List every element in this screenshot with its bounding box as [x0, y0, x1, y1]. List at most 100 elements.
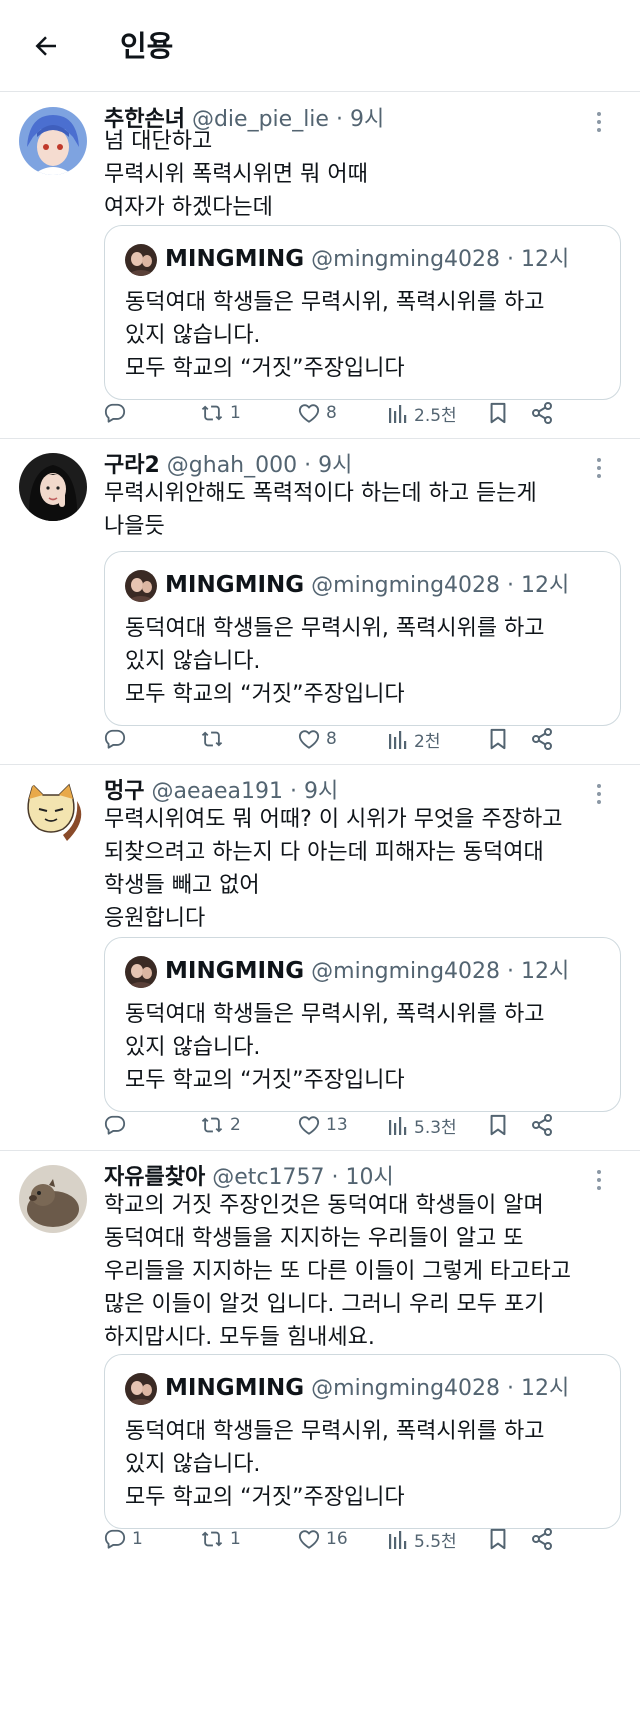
quoted-tweet[interactable]: MINGMING @mingming4028 · 12시 동덕여대 학생들은 무… [104, 1354, 621, 1529]
quoted-text-line: 모두 학교의 “거짓”주장입니다 [125, 682, 405, 707]
heart-icon [298, 404, 320, 423]
like-button[interactable]: 8 [298, 719, 337, 759]
quoted-author-handle: @mingming4028 [311, 247, 501, 272]
views-icon [389, 731, 407, 749]
views-button[interactable]: 2.5천 [388, 393, 457, 433]
author-name[interactable]: 자유를찾아 [104, 1165, 205, 1190]
heart-icon [298, 730, 320, 749]
quoted-time: 12시 [521, 1376, 570, 1401]
quoted-text-line: 모두 학교의 “거짓”주장입니다 [125, 1485, 405, 1510]
tweet-text-line: 무력시위안해도 폭력적이다 하는데 하고 듣는게 [104, 481, 537, 506]
quoted-author-name: MINGMING [165, 958, 305, 984]
tweet-text-line: 되찾으려고 하는지 다 아는데 피해자는 동덕여대 [104, 840, 544, 865]
more-icon[interactable] [584, 107, 614, 137]
views-button[interactable]: 5.3천 [388, 1105, 457, 1145]
views-icon [389, 405, 407, 423]
meta-separator: · [507, 247, 515, 272]
reply-button[interactable] [104, 393, 132, 433]
like-button[interactable]: 16 [298, 1519, 348, 1559]
quoted-author-handle: @mingming4028 [311, 1376, 501, 1401]
quoted-author-handle: @mingming4028 [311, 573, 501, 598]
tweet-text: 무력시위여도 뭐 어때? 이 시위가 무엇을 주장하고 되찾으려고 하는지 다 … [104, 803, 562, 935]
retweet-button[interactable] [200, 719, 230, 759]
tweet[interactable]: 구라2 @ghah_000 · 9시 무력시위안해도 폭력적이다 하는데 하고 … [0, 439, 640, 765]
quoted-text-line: 있지 않습니다. [125, 649, 261, 674]
tweet-text: 학교의 거짓 주장인것은 동덕여대 학생들이 알며 동덕여대 학생들을 지지하는… [104, 1189, 571, 1354]
retweet-count: 2 [230, 1115, 241, 1135]
quoted-meta: MINGMING @mingming4028 · 12시 [165, 242, 569, 277]
quoted-author-handle: @mingming4028 [311, 959, 501, 984]
tweet-time[interactable]: 9시 [304, 779, 338, 804]
tweet-text: 무력시위안해도 폭력적이다 하는데 하고 듣는게 나을듯 [104, 477, 537, 543]
meta-separator: · [507, 1376, 515, 1401]
quoted-meta: MINGMING @mingming4028 · 12시 [165, 954, 569, 989]
avatar[interactable] [19, 1165, 87, 1233]
reply-button[interactable] [104, 1105, 132, 1145]
views-count: 2천 [414, 731, 441, 752]
more-icon[interactable] [584, 453, 614, 483]
bookmark-button[interactable] [488, 1105, 508, 1145]
share-button[interactable] [530, 719, 554, 759]
like-button[interactable]: 13 [298, 1105, 348, 1145]
retweet-button[interactable]: 2 [200, 1105, 241, 1145]
quoted-text-line: 동덕여대 학생들은 무력시위, 폭력시위를 하고 [125, 290, 545, 315]
action-bar: 1 8 2.5천 [104, 393, 620, 433]
author-handle[interactable]: @etc1757 [212, 1165, 324, 1190]
quoted-text-line: 동덕여대 학생들은 무력시위, 폭력시위를 하고 [125, 1002, 545, 1027]
tweet-time[interactable]: 9시 [318, 453, 352, 478]
reply-button[interactable] [104, 719, 132, 759]
action-bar: 2 13 5.3천 [104, 1105, 620, 1145]
quoted-tweet[interactable]: MINGMING @mingming4028 · 12시 동덕여대 학생들은 무… [104, 225, 621, 400]
tweet[interactable]: 멍구 @aeaea191 · 9시 무력시위여도 뭐 어때? 이 시위가 무엇을… [0, 765, 640, 1151]
bookmark-button[interactable] [488, 393, 508, 433]
views-icon [389, 1531, 407, 1549]
meta-separator: · [290, 779, 297, 804]
avatar[interactable] [19, 779, 87, 847]
bookmark-icon [490, 1528, 506, 1550]
author-handle[interactable]: @ghah_000 [167, 453, 297, 478]
more-icon[interactable] [584, 779, 614, 809]
share-icon [532, 402, 552, 424]
quoted-time: 12시 [521, 573, 570, 598]
views-count: 5.5천 [414, 1531, 457, 1552]
like-count: 16 [326, 1529, 348, 1549]
meta-separator: · [304, 453, 312, 478]
reply-icon [104, 403, 126, 423]
quoted-text-line: 동덕여대 학생들은 무력시위, 폭력시위를 하고 [125, 1419, 545, 1444]
share-button[interactable] [530, 1519, 554, 1559]
tweet[interactable]: 추한손녀 @die_pie_lie · 9시 넘 대단하고 무력시위 폭력시위면… [0, 93, 640, 439]
share-button[interactable] [530, 393, 554, 433]
quoted-tweet[interactable]: MINGMING @mingming4028 · 12시 동덕여대 학생들은 무… [104, 551, 621, 726]
tweet-text-line: 여자가 하겠다는데 [104, 195, 273, 220]
tweet-text-line: 많은 이들이 알것 입니다. 그러니 우리 모두 포기 [104, 1292, 545, 1317]
like-count: 8 [326, 729, 337, 749]
quoted-meta: MINGMING @mingming4028 · 12시 [165, 1371, 569, 1406]
like-count: 8 [326, 403, 337, 423]
author-handle[interactable]: @aeaea191 [151, 779, 283, 804]
author-name[interactable]: 구라2 [104, 453, 160, 478]
meta-separator: · [331, 1165, 339, 1190]
retweet-button[interactable]: 1 [200, 393, 241, 433]
quoted-avatar [125, 570, 157, 602]
author-name[interactable]: 멍구 [104, 779, 144, 804]
avatar[interactable] [19, 453, 87, 521]
reply-button[interactable]: 1 [104, 1519, 143, 1559]
more-icon[interactable] [584, 1165, 614, 1195]
like-button[interactable]: 8 [298, 393, 337, 433]
avatar[interactable] [19, 107, 87, 175]
reply-icon [104, 1115, 126, 1135]
bookmark-button[interactable] [488, 719, 508, 759]
quoted-tweet[interactable]: MINGMING @mingming4028 · 12시 동덕여대 학생들은 무… [104, 937, 621, 1112]
views-count: 5.3천 [414, 1117, 457, 1138]
back-button[interactable] [26, 26, 66, 66]
retweet-button[interactable]: 1 [200, 1519, 241, 1559]
views-button[interactable]: 2천 [388, 719, 440, 759]
tweet-time[interactable]: 10시 [345, 1165, 393, 1190]
tweet[interactable]: 자유를찾아 @etc1757 · 10시 학교의 거짓 주장인것은 동덕여대 학… [0, 1151, 640, 1734]
views-count: 2.5천 [414, 405, 457, 426]
share-button[interactable] [530, 1105, 554, 1145]
quoted-author-name: MINGMING [165, 1375, 305, 1401]
quoted-text-line: 모두 학교의 “거짓”주장입니다 [125, 356, 405, 381]
bookmark-button[interactable] [488, 1519, 508, 1559]
views-button[interactable]: 5.5천 [388, 1519, 457, 1559]
